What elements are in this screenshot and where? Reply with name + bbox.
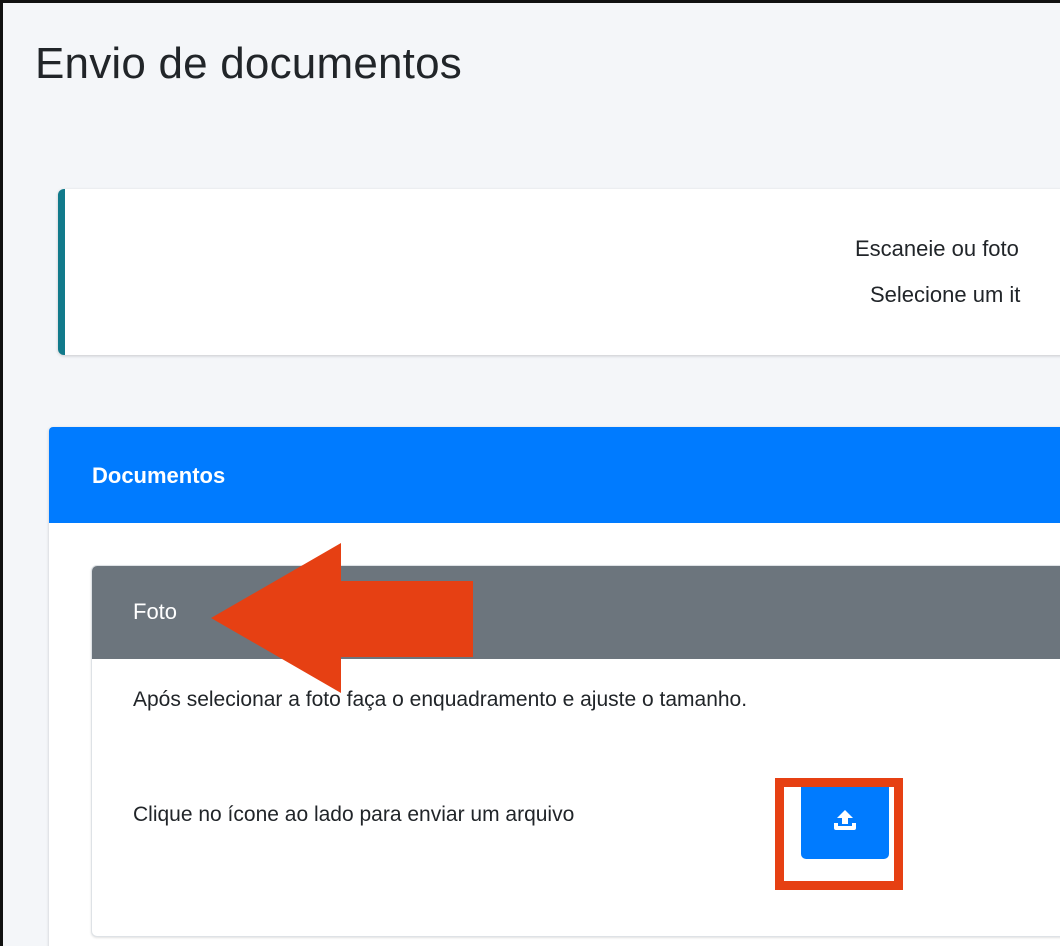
page-title: Envio de documentos — [35, 39, 462, 88]
foto-card-title: Foto — [133, 599, 178, 624]
documents-card-header: Documentos — [49, 427, 1060, 523]
upload-icon — [830, 807, 860, 833]
documents-card: Documentos Foto Após selecionar a foto f… — [49, 427, 1060, 946]
foto-instruction: Após selecionar a foto faça o enquadrame… — [133, 688, 748, 711]
upload-prompt: Clique no ícone ao lado para enviar um a… — [133, 803, 575, 826]
foto-card: Foto Após selecionar a foto faça o enqua… — [91, 565, 1060, 937]
info-line-scan: Escaneie ou foto — [855, 236, 1019, 261]
info-line-select: Selecione um it — [870, 282, 1021, 307]
info-callout: Escaneie ou foto Selecione um it — [58, 189, 1060, 355]
upload-button[interactable] — [801, 781, 889, 859]
app-frame: Envio de documentos Escaneie ou foto Sel… — [0, 0, 1060, 946]
documents-card-title: Documentos — [92, 463, 226, 488]
foto-card-header: Foto — [92, 566, 1060, 659]
